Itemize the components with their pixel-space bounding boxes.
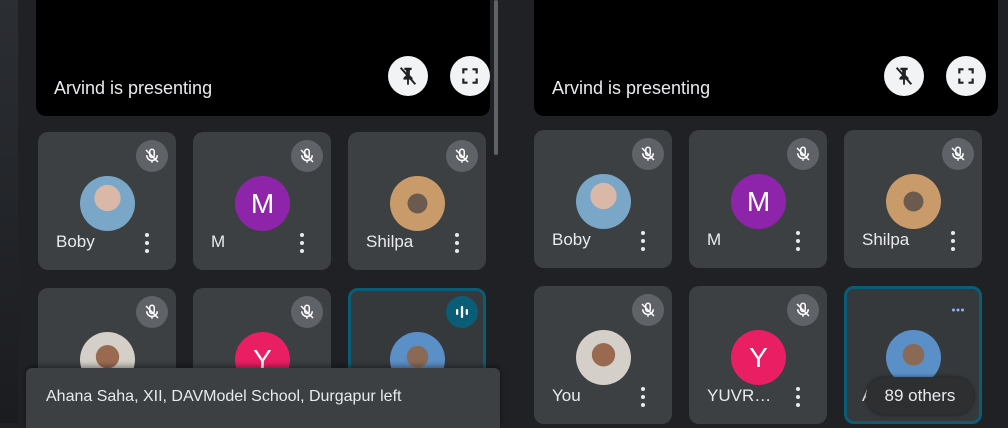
avatar xyxy=(576,330,631,385)
avatar: Y xyxy=(731,330,786,385)
presenting-label: Arvind is presenting xyxy=(54,78,213,98)
mic-off-icon xyxy=(145,148,159,163)
mic-off-icon xyxy=(951,146,965,161)
participant-tile-shilpa[interactable]: Shilpa xyxy=(844,130,982,268)
others-chip[interactable]: 89 others xyxy=(866,377,974,415)
participant-name: You xyxy=(552,386,581,405)
more-options-button[interactable] xyxy=(946,228,960,254)
fullscreen-icon xyxy=(958,68,974,84)
mic-off-indicator xyxy=(632,138,664,170)
mic-off-icon xyxy=(300,148,314,163)
mic-off-icon xyxy=(455,148,469,163)
fullscreen-button[interactable] xyxy=(946,56,986,96)
participant-tile-you[interactable]: You xyxy=(534,286,672,424)
participant-name: M xyxy=(211,232,226,251)
avatar xyxy=(576,174,631,229)
meeting-panel-left: Arvind is presenting Boby M M Shilpa Y xyxy=(24,0,502,426)
mic-off-indicator xyxy=(136,140,168,172)
fullscreen-icon xyxy=(462,68,478,84)
mic-off-indicator xyxy=(942,138,974,170)
mic-off-icon xyxy=(300,304,314,319)
mic-off-indicator xyxy=(291,296,323,328)
audio-level-icon xyxy=(456,306,468,318)
more-options-button[interactable] xyxy=(791,384,805,410)
more-options-button[interactable] xyxy=(295,230,309,256)
toast-text: Ahana Saha, XII, DAVModel School, Durgap… xyxy=(46,388,402,405)
avatar: M xyxy=(235,176,290,231)
more-options-button[interactable] xyxy=(791,228,805,254)
scrollbar[interactable] xyxy=(494,0,498,155)
more-options-button[interactable] xyxy=(140,230,154,256)
presentation-view[interactable]: Arvind is presenting xyxy=(36,0,490,116)
mic-off-indicator xyxy=(787,294,819,326)
participant-name: Boby xyxy=(56,232,95,251)
mic-off-icon xyxy=(796,302,810,317)
participant-tile-m[interactable]: M M xyxy=(193,132,331,270)
mic-off-indicator xyxy=(446,140,478,172)
participant-tile-boby[interactable]: Boby xyxy=(38,132,176,270)
participant-tile-shilpa[interactable]: Shilpa xyxy=(348,132,486,270)
more-options-button[interactable] xyxy=(636,384,650,410)
window-edge xyxy=(0,0,18,423)
mic-off-indicator xyxy=(291,140,323,172)
unpin-icon xyxy=(399,67,417,86)
participant-left-toast: Ahana Saha, XII, DAVModel School, Durgap… xyxy=(26,368,500,428)
participant-name: Shilpa xyxy=(366,232,414,251)
presentation-view[interactable]: Arvind is presenting xyxy=(534,0,998,116)
mic-off-icon xyxy=(796,146,810,161)
speaking-indicator xyxy=(446,296,478,328)
avatar xyxy=(886,174,941,229)
mic-off-icon xyxy=(145,304,159,319)
participant-tile-m[interactable]: M M xyxy=(689,130,827,268)
avatar: M xyxy=(731,174,786,229)
meeting-panel-right: Arvind is presenting Boby M M Shilpa You… xyxy=(522,0,1008,424)
mic-off-icon xyxy=(641,302,655,317)
mic-off-indicator xyxy=(787,138,819,170)
more-options-button[interactable] xyxy=(636,228,650,254)
mic-off-indicator xyxy=(136,296,168,328)
audio-level-icon xyxy=(952,308,964,312)
mic-off-indicator xyxy=(632,294,664,326)
speaking-indicator xyxy=(942,294,974,326)
participant-tile-boby[interactable]: Boby xyxy=(534,130,672,268)
participant-tile-yuvr[interactable]: Y YUVR… xyxy=(689,286,827,424)
participant-name: M xyxy=(707,230,722,249)
participant-name: Shilpa xyxy=(862,230,910,249)
avatar xyxy=(390,176,445,231)
more-options-button[interactable] xyxy=(450,230,464,256)
participant-name: Boby xyxy=(552,230,591,249)
avatar xyxy=(80,176,135,231)
fullscreen-button[interactable] xyxy=(450,56,490,96)
mic-off-icon xyxy=(641,146,655,161)
unpin-button[interactable] xyxy=(388,56,428,96)
unpin-icon xyxy=(895,67,913,86)
participant-name: YUVR… xyxy=(707,386,772,405)
unpin-button[interactable] xyxy=(884,56,924,96)
presenting-label: Arvind is presenting xyxy=(552,78,711,98)
